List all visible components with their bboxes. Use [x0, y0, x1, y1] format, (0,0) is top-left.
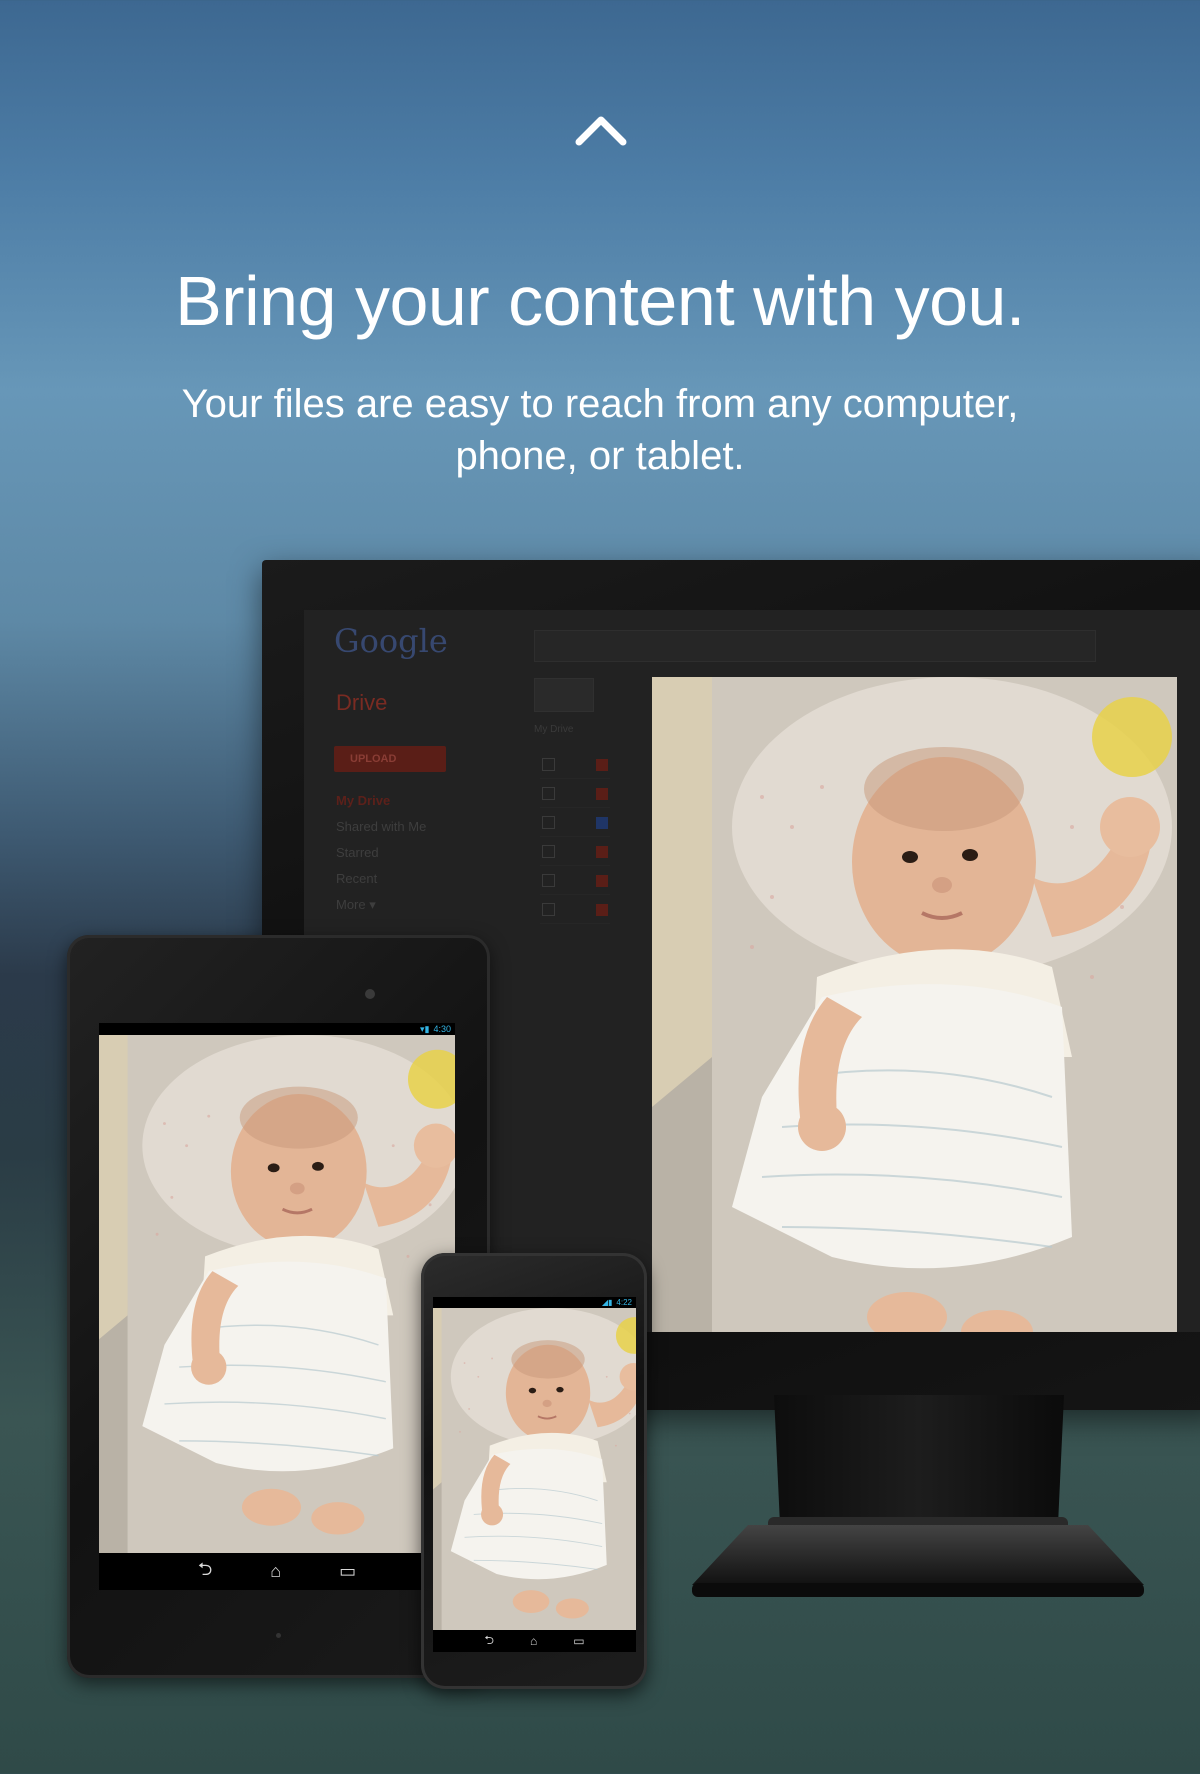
- status-bar: ◢▮ 4:22: [433, 1297, 636, 1308]
- status-bar: ▾▮ 4:30: [99, 1023, 455, 1035]
- baby-photo-monitor: [652, 677, 1177, 1332]
- status-time: 4:30: [433, 1024, 451, 1034]
- recent-apps-icon[interactable]: ▭: [573, 1634, 584, 1648]
- drive-nav-item-my-drive: My Drive: [336, 793, 391, 808]
- home-icon[interactable]: ⌂: [270, 1561, 281, 1582]
- home-icon[interactable]: ⌂: [530, 1634, 537, 1648]
- back-icon[interactable]: ⮌: [484, 1631, 494, 1652]
- new-folder-icon: [534, 678, 594, 712]
- file-row: [540, 808, 610, 837]
- tablet-screen: ▾▮ 4:30 ⮌ ⌂ ▭: [99, 1023, 455, 1590]
- headline: Bring your content with you.: [175, 262, 1025, 340]
- status-time: 4:22: [616, 1298, 632, 1307]
- baby-photo-tablet: [99, 1035, 455, 1553]
- wifi-battery-icon: ▾▮: [419, 1024, 430, 1034]
- drive-nav-item-recent: Recent: [336, 871, 378, 886]
- back-icon[interactable]: ⮌: [198, 1557, 212, 1587]
- android-nav-bar: ⮌ ⌂ ▭: [433, 1630, 636, 1652]
- drive-nav: My Drive Shared with Me Starred Recent M…: [336, 788, 426, 918]
- chevron-up-icon[interactable]: [573, 112, 629, 148]
- file-row: [540, 866, 610, 895]
- file-row: [540, 837, 610, 866]
- phone-device: ◢▮ 4:22 ⮌ ⌂ ▭: [421, 1253, 647, 1689]
- drive-nav-item-starred: Starred: [336, 845, 379, 860]
- file-row: [540, 895, 610, 924]
- drive-breadcrumb: My Drive: [534, 724, 574, 735]
- recent-apps-icon[interactable]: ▭: [339, 1561, 356, 1582]
- monitor-stand: [692, 1395, 1144, 1597]
- drive-nav-item-more: More ▾: [336, 897, 376, 912]
- camera-icon: [365, 989, 375, 999]
- upload-button: UPLOAD: [334, 746, 446, 772]
- drive-search-box: [534, 630, 1096, 662]
- tablet-sensor: [276, 1633, 281, 1638]
- signal-battery-icon: ◢▮: [601, 1298, 613, 1307]
- google-logo: Google: [334, 622, 448, 660]
- baby-photo-phone: [433, 1308, 636, 1630]
- android-nav-bar: ⮌ ⌂ ▭: [99, 1553, 455, 1590]
- file-row: [540, 750, 610, 779]
- file-row: [540, 779, 610, 808]
- drive-file-list: [540, 750, 610, 924]
- drive-nav-item-shared: Shared with Me: [336, 819, 427, 834]
- drive-title: Drive: [336, 690, 388, 715]
- phone-screen: ◢▮ 4:22 ⮌ ⌂ ▭: [433, 1297, 636, 1652]
- subtitle: Your files are easy to reach from any co…: [181, 382, 1019, 478]
